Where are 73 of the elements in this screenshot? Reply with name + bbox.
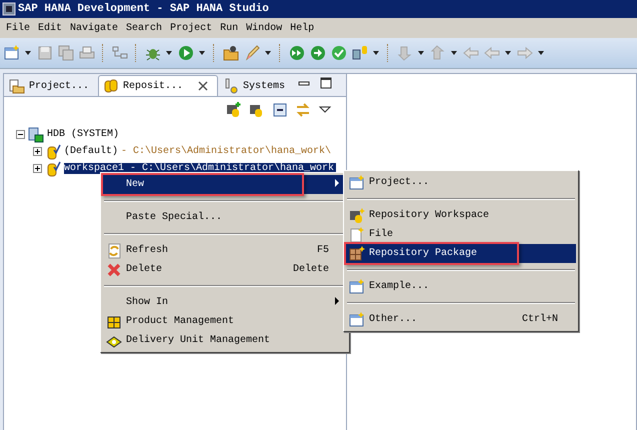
tree-item[interactable]: workspace1 bbox=[64, 163, 124, 174]
caret-icon[interactable] bbox=[24, 51, 32, 55]
close-icon[interactable] bbox=[197, 80, 210, 92]
folder-icon[interactable] bbox=[223, 45, 239, 61]
workspace-icon bbox=[45, 160, 61, 176]
menu-item[interactable]: Other... Ctrl+N bbox=[346, 310, 576, 329]
tree-item[interactable]: (Default) bbox=[64, 146, 118, 157]
menu-item[interactable]: Project bbox=[168, 22, 218, 34]
caret-icon[interactable] bbox=[372, 51, 380, 55]
fast-forward-icon[interactable] bbox=[289, 45, 305, 61]
expander-icon[interactable] bbox=[33, 164, 42, 173]
workspace-icon bbox=[45, 144, 61, 160]
path-text: - C:\Users\Administrator\hana_work bbox=[130, 163, 334, 174]
forward-icon[interactable] bbox=[310, 45, 326, 61]
menu-item[interactable]: Refresh F5 bbox=[103, 241, 347, 260]
refresh-icon bbox=[106, 242, 122, 258]
chip-add-icon bbox=[349, 208, 365, 224]
menu-item[interactable]: Delete Delete bbox=[103, 260, 347, 279]
new-window-icon bbox=[349, 278, 365, 294]
shortcut-text: Delete bbox=[292, 264, 329, 275]
run-icon[interactable] bbox=[178, 45, 194, 61]
menu-item[interactable]: Navigate bbox=[68, 22, 124, 34]
chip-icon[interactable] bbox=[249, 102, 265, 118]
new-file-icon bbox=[349, 226, 365, 242]
caret-icon[interactable] bbox=[417, 51, 425, 55]
new-window-icon bbox=[349, 312, 365, 328]
menu-item[interactable]: File bbox=[4, 22, 36, 34]
cylinder-icon bbox=[103, 78, 120, 94]
caret-icon[interactable] bbox=[450, 51, 458, 55]
package-icon bbox=[349, 246, 365, 262]
expander-icon[interactable] bbox=[16, 130, 25, 139]
path-text: - C:\Users\Administrator\hana_work\ bbox=[121, 146, 332, 157]
menu-item[interactable]: Help bbox=[288, 22, 320, 34]
server-icon bbox=[223, 78, 240, 94]
menu-item[interactable]: Paste Special... bbox=[103, 208, 347, 227]
collapse-all-icon[interactable] bbox=[272, 102, 288, 118]
view-tab[interactable]: Systems bbox=[218, 75, 294, 96]
shortcut-text: F5 bbox=[316, 245, 329, 256]
expander-icon[interactable] bbox=[33, 147, 42, 156]
caret-icon[interactable] bbox=[165, 51, 173, 55]
menu-item[interactable]: File bbox=[346, 225, 576, 244]
new-window-icon bbox=[349, 174, 365, 190]
caret-icon[interactable] bbox=[198, 51, 206, 55]
menu-item[interactable]: Window bbox=[244, 22, 288, 34]
view-tab[interactable]: Project... bbox=[4, 75, 98, 96]
tree-item[interactable]: HDB (SYSTEM) bbox=[47, 129, 120, 140]
menu-item[interactable]: Search bbox=[124, 22, 168, 34]
caret-icon[interactable] bbox=[504, 51, 512, 55]
delete-icon bbox=[106, 262, 122, 278]
check-icon[interactable] bbox=[331, 45, 347, 61]
menu-item[interactable]: Edit bbox=[36, 22, 68, 34]
new-window-icon[interactable] bbox=[4, 45, 20, 61]
caret-icon[interactable] bbox=[537, 51, 545, 55]
database-icon[interactable] bbox=[352, 45, 368, 61]
menu-item[interactable]: Example... bbox=[346, 277, 576, 296]
menu-item[interactable]: Repository Package bbox=[346, 244, 576, 263]
window-title: SAP HANA Development - SAP HANA Studio bbox=[18, 3, 269, 15]
menu-item[interactable]: Delivery Unit Management bbox=[103, 331, 347, 350]
shortcut-text: Ctrl+N bbox=[522, 314, 558, 325]
menu-item[interactable]: Run bbox=[218, 22, 244, 34]
grid-cube-icon bbox=[106, 314, 122, 330]
menu-item[interactable]: Show In bbox=[103, 293, 347, 312]
maximize-icon[interactable] bbox=[320, 77, 332, 89]
menu-item[interactable]: Repository Workspace bbox=[346, 206, 576, 225]
chip-add-icon[interactable] bbox=[226, 102, 242, 118]
menu-item[interactable]: Product Management bbox=[103, 312, 347, 331]
system-icon bbox=[28, 126, 44, 142]
view-tab[interactable]: Reposit... bbox=[98, 75, 218, 96]
caret-icon[interactable] bbox=[264, 51, 272, 55]
hierarchy-icon[interactable] bbox=[112, 45, 128, 61]
folder-icon bbox=[9, 78, 25, 94]
menu-item[interactable]: Project... bbox=[346, 173, 576, 192]
app-icon bbox=[2, 2, 16, 16]
